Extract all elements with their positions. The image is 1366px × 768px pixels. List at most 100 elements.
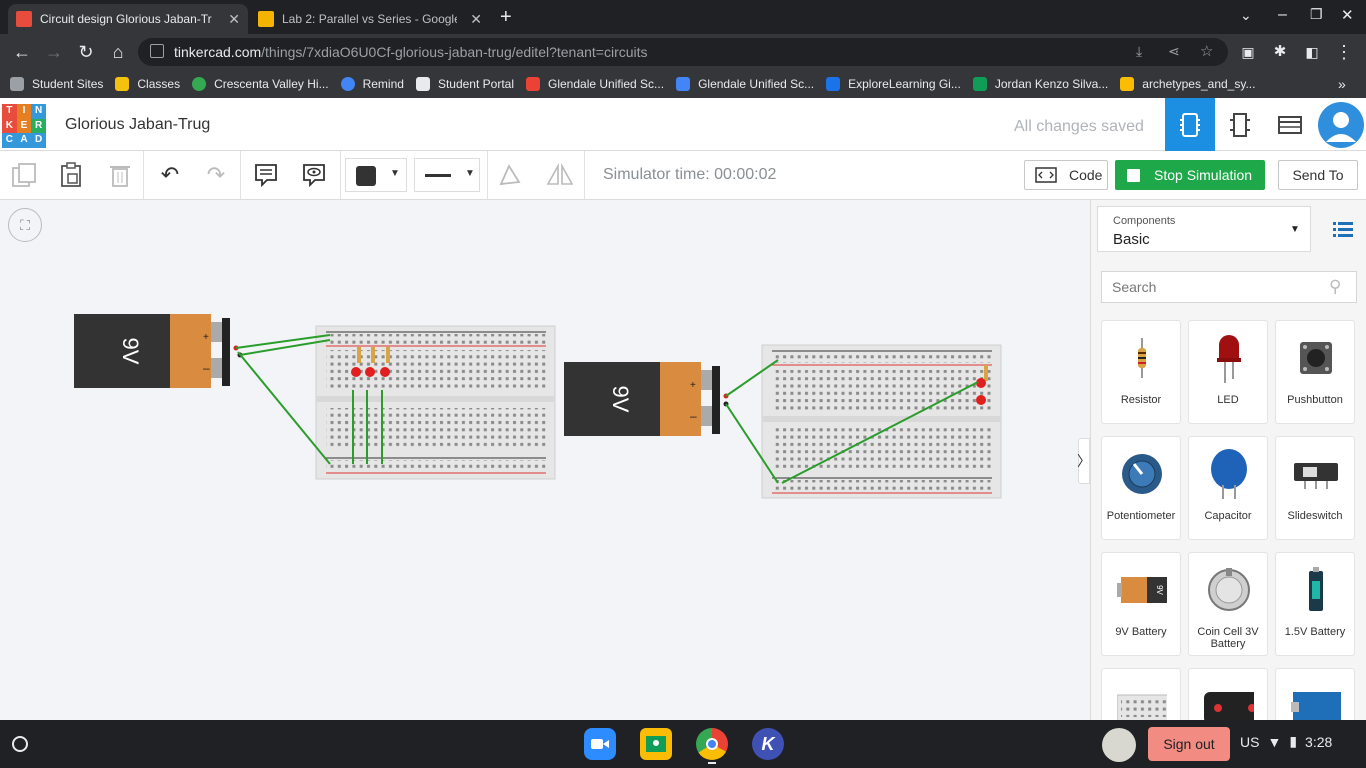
- tab-title: Lab 2: Parallel vs Series - Google: [282, 12, 457, 26]
- battery-1-label: 9V: [118, 338, 143, 365]
- sign-out-button[interactable]: Sign out: [1148, 727, 1230, 761]
- system-tray[interactable]: US ▼ ▮ 3:28: [1240, 733, 1332, 750]
- bookmark-item[interactable]: Glendale Unified Sc...: [676, 77, 814, 91]
- schematic-view-button[interactable]: [1215, 98, 1265, 151]
- paste-icon[interactable]: [57, 161, 85, 189]
- zoom-app-icon[interactable]: [584, 728, 616, 760]
- bookmark-item[interactable]: Remind: [340, 77, 404, 91]
- bookmark-item[interactable]: Student Portal: [415, 77, 514, 91]
- components-panel: Components Basic ▼ Search ⚲ Resistor LED…: [1090, 200, 1366, 720]
- drive-icon: [1120, 77, 1135, 91]
- more-bookmarks-icon[interactable]: »: [1338, 76, 1346, 92]
- component-card-coin-cell[interactable]: Coin Cell 3V Battery: [1188, 552, 1268, 656]
- close-tab-icon[interactable]: ✕: [470, 11, 482, 28]
- new-tab-icon[interactable]: +: [500, 6, 512, 29]
- component-card-capacitor[interactable]: Capacitor: [1188, 436, 1268, 540]
- extension-profile-icon[interactable]: ▣: [1234, 38, 1262, 66]
- circuit-canvas[interactable]: ⛶ + – 9V + – 9V 〉: [0, 200, 1091, 720]
- reload-icon[interactable]: ↻: [72, 38, 100, 66]
- component-card-microbit[interactable]: [1188, 668, 1268, 720]
- code-button-label: Code: [1069, 167, 1103, 183]
- classroom-app-icon[interactable]: [640, 728, 672, 760]
- component-list-button[interactable]: [1265, 98, 1315, 151]
- bookmark-item[interactable]: Classes: [115, 77, 180, 91]
- bookmark-label: Student Portal: [437, 77, 514, 91]
- code-button[interactable]: Code: [1024, 160, 1108, 190]
- pushbutton-icon: [1291, 333, 1341, 383]
- notes-icon[interactable]: [252, 161, 280, 189]
- logo-letter: C: [2, 133, 17, 148]
- classroom-icon: [115, 77, 130, 91]
- component-card-led[interactable]: LED: [1188, 320, 1268, 424]
- share-icon[interactable]: ⋖: [1168, 43, 1180, 60]
- component-card-9v-battery[interactable]: 9V 9V Battery: [1101, 552, 1181, 656]
- component-card-arduino[interactable]: [1275, 668, 1355, 720]
- rotate-icon[interactable]: [496, 161, 524, 189]
- browser-tab-lab2[interactable]: Lab 2: Parallel vs Series - Google ✕: [250, 4, 490, 34]
- back-icon[interactable]: ←: [8, 38, 36, 66]
- bookmark-item[interactable]: Jordan Kenzo Silva...: [972, 77, 1108, 91]
- project-title[interactable]: Glorious Jaban-Trug: [65, 116, 210, 134]
- drive-icon: [972, 77, 987, 91]
- tinkercad-logo[interactable]: T I N K E R C A D: [2, 104, 46, 148]
- list-view-icon[interactable]: [1323, 214, 1363, 244]
- user-avatar[interactable]: [1316, 98, 1366, 151]
- breadboard-1[interactable]: [315, 325, 556, 480]
- chrome-app-icon[interactable]: [696, 728, 728, 760]
- copy-icon[interactable]: [10, 161, 38, 189]
- component-card-breadboard[interactable]: [1101, 668, 1181, 720]
- tab-search-icon[interactable]: ⌄: [1240, 7, 1252, 24]
- chrome-menu-icon[interactable]: ⋮: [1330, 38, 1358, 66]
- delete-icon[interactable]: [106, 161, 134, 189]
- home-icon[interactable]: ⌂: [104, 38, 132, 66]
- chevron-down-icon: ▼: [1290, 224, 1300, 235]
- component-card-potentiometer[interactable]: Potentiometer: [1101, 436, 1181, 540]
- address-bar[interactable]: tinkercad.com/things/7xdiaO6U0Cf-gloriou…: [138, 38, 1228, 66]
- stop-icon: [1127, 168, 1140, 182]
- site-info-icon[interactable]: [150, 44, 164, 58]
- collapse-panel-icon[interactable]: 〉: [1077, 438, 1091, 484]
- wire-type-picker[interactable]: ▼: [414, 158, 480, 192]
- undo-icon[interactable]: ↶: [156, 161, 184, 189]
- install-icon[interactable]: ⤓: [1136, 43, 1142, 60]
- stop-simulation-button[interactable]: Stop Simulation: [1115, 160, 1265, 190]
- component-card-pushbutton[interactable]: Pushbutton: [1275, 320, 1355, 424]
- component-card-slideswitch[interactable]: Slideswitch: [1275, 436, 1355, 540]
- search-input[interactable]: Search ⚲: [1101, 271, 1357, 303]
- color-picker[interactable]: ▼: [345, 158, 407, 192]
- minimize-icon[interactable]: –: [1278, 6, 1287, 24]
- bookmark-label: ExploreLearning Gi...: [848, 77, 961, 91]
- bookmark-item[interactable]: ExploreLearning Gi...: [826, 77, 961, 91]
- close-tab-icon[interactable]: ✕: [228, 11, 240, 28]
- circuit-view-button[interactable]: [1165, 98, 1215, 151]
- components-dropdown[interactable]: Components Basic ▼: [1097, 206, 1311, 252]
- flip-icon[interactable]: [545, 161, 573, 189]
- keyboard-locale: US: [1240, 733, 1260, 750]
- bookmark-item[interactable]: Student Sites: [10, 77, 103, 91]
- close-window-icon[interactable]: ✕: [1341, 6, 1354, 24]
- bookmark-label: Classes: [137, 77, 181, 91]
- search-icon: ⚲: [1329, 277, 1342, 296]
- circuit-drawing: + – 9V + – 9V: [74, 314, 1002, 499]
- component-card-1-5v-battery[interactable]: 1.5V Battery: [1275, 552, 1355, 656]
- send-to-button[interactable]: Send To: [1278, 160, 1358, 190]
- battery-9v-1[interactable]: + –: [74, 314, 243, 388]
- maximize-icon[interactable]: ❐: [1310, 6, 1323, 23]
- notes-visibility-icon[interactable]: [300, 161, 328, 189]
- browser-tab-tinkercad[interactable]: Circuit design Glorious Jaban-Tr ✕: [8, 4, 248, 34]
- bookmark-item[interactable]: Crescenta Valley Hi...: [192, 77, 329, 91]
- bookmark-item[interactable]: archetypes_and_sy...: [1120, 77, 1255, 91]
- redo-icon[interactable]: ↷: [202, 161, 230, 189]
- extensions-puzzle-icon[interactable]: ✱: [1266, 38, 1294, 66]
- launcher-icon[interactable]: [12, 736, 28, 752]
- holding-space-icon[interactable]: [1102, 728, 1136, 762]
- bookmark-item[interactable]: Glendale Unified Sc...: [526, 77, 664, 91]
- kami-app-icon[interactable]: K: [752, 728, 784, 760]
- bookmark-star-icon[interactable]: ☆: [1200, 42, 1213, 60]
- battery-9v-2[interactable]: + –: [564, 362, 729, 436]
- stop-simulation-label: Stop Simulation: [1154, 167, 1253, 183]
- side-panel-icon[interactable]: ◧: [1298, 38, 1326, 66]
- component-card-resistor[interactable]: Resistor: [1101, 320, 1181, 424]
- forward-icon[interactable]: →: [40, 38, 68, 66]
- logo-letter: A: [16, 133, 32, 148]
